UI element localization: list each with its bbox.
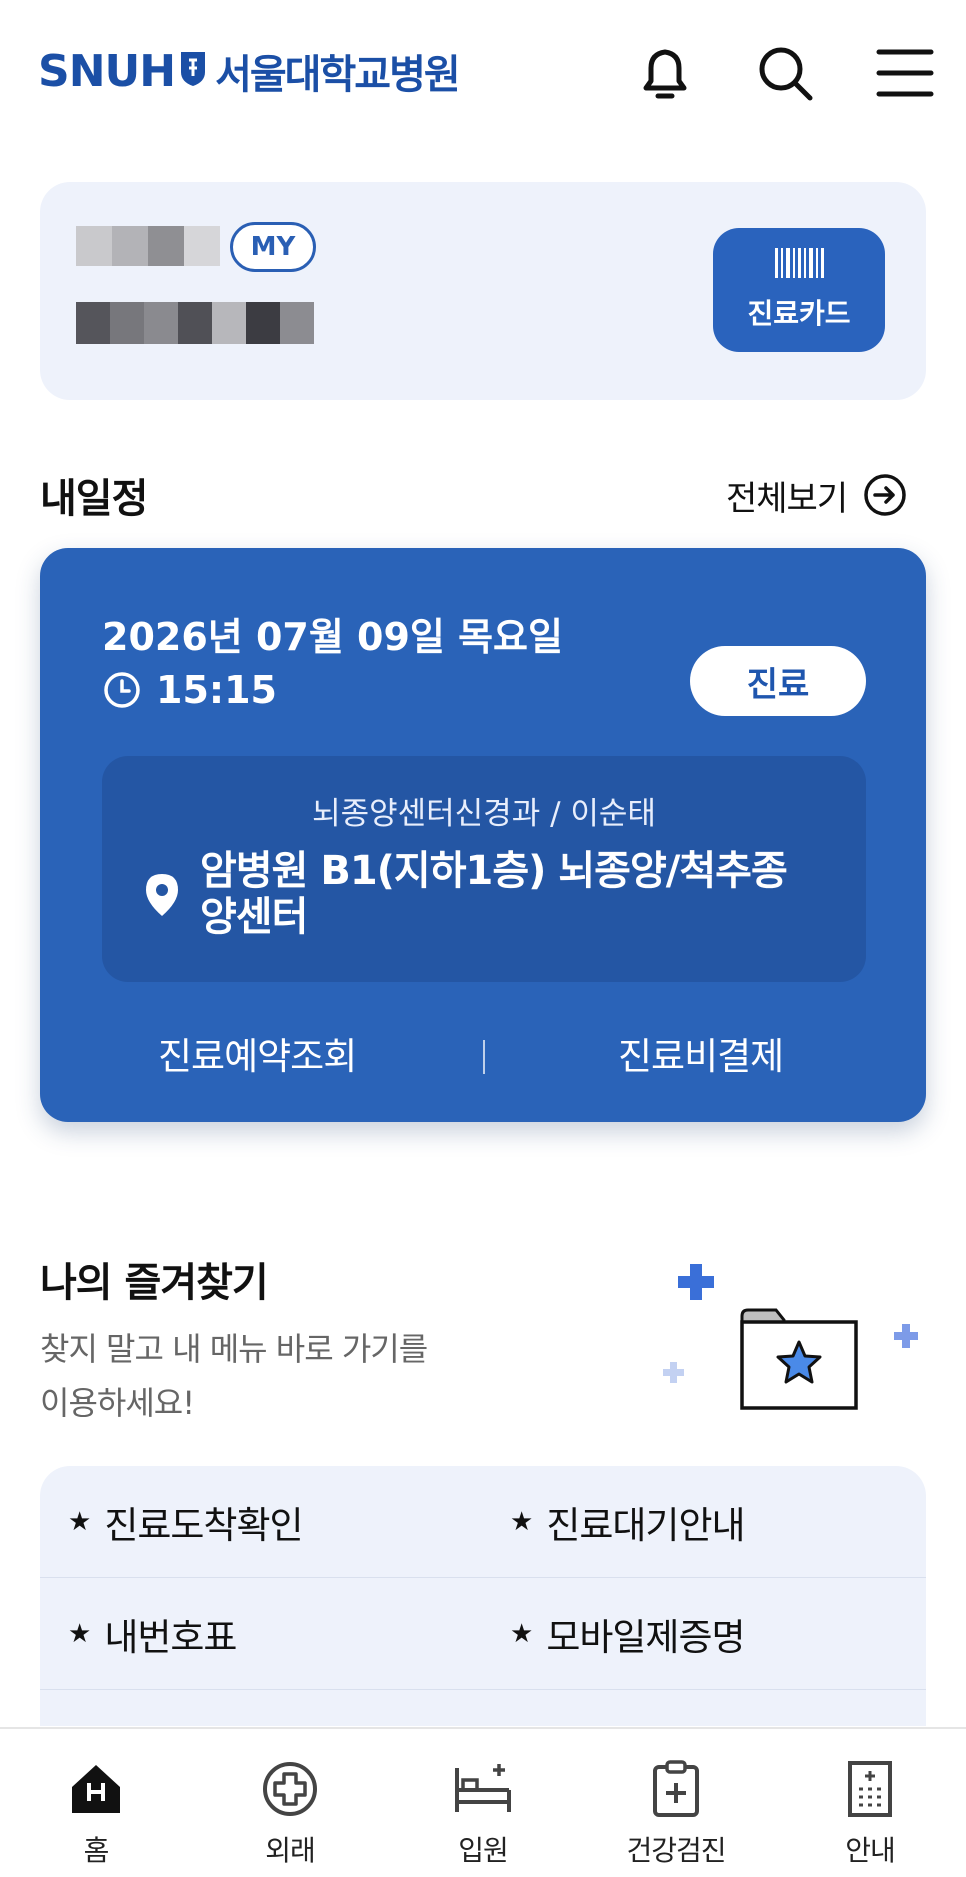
favorites-desc-line2: 이용하세요! [40,1384,195,1422]
view-all-link[interactable]: 전체보기 [726,470,907,520]
nav-home[interactable]: 홈 [16,1759,176,1871]
department-doctor: 뇌종양센터신경과 / 이순태 [312,796,656,832]
bed-icon [453,1759,513,1819]
favorite-mobile-certificate[interactable]: ★ 모바일제증명 [510,1578,746,1690]
star-icon: ★ [68,1619,91,1649]
search-icon[interactable] [750,38,820,108]
favorites-row: ★ 진료도착확인 ★ 진료대기안내 [40,1466,926,1578]
nav-guide-label: 안내 [845,1834,896,1867]
favorite-label: 진료도착확인 [104,1504,303,1547]
divider [483,1040,485,1074]
favorite-label: 내번호표 [104,1616,237,1659]
patient-card-label: 진료카드 [747,297,851,330]
location-text: 암병원 B1(지하1층) 뇌종양/척추종양센터 [200,848,788,940]
nav-health-checkup[interactable]: 건강검진 [596,1759,756,1871]
star-icon: ★ [68,1507,91,1537]
bell-icon[interactable] [630,38,700,108]
snuh-logo[interactable]: SNUH 서울대학교병원 [38,45,461,99]
building-icon [840,1759,900,1819]
logo-hospital-name: 서울대학교병원 [215,52,461,98]
bottom-navigation: 홈 외래 입원 건강검진 안내 [0,1727,966,1877]
nav-outpatient[interactable]: 외래 [210,1759,370,1871]
clipboard-icon [646,1759,706,1819]
schedule-title: 내일정 [40,476,148,522]
favorite-my-ticket[interactable]: ★ 내번호표 [68,1578,237,1690]
masked-patient-id [76,302,314,344]
star-icon: ★ [510,1507,533,1537]
masked-patient-name [76,226,220,266]
my-badge[interactable]: MY [230,222,316,272]
appointment-time: 15:15 [156,668,277,712]
arrow-right-circle-icon [864,474,906,516]
location-box: 뇌종양센터신경과 / 이순태 암병원 B1(지하1층) 뇌종양/척추종양센터 [102,756,866,982]
favorite-waiting-info[interactable]: ★ 진료대기안내 [510,1466,746,1578]
appointment-date: 2026년 07월 09일 목요일 [102,615,563,659]
favorites-row: ★ 내번호표 ★ 모바일제증명 [40,1578,926,1690]
logo-text: SNUH [38,45,176,97]
patient-card-button[interactable]: 진료카드 [713,228,885,352]
view-all-label: 전체보기 [726,478,848,519]
shield-icon [181,52,206,86]
favorite-folder-illustration [663,1264,918,1410]
appointment-actions: 진료예약조회 진료비결제 [40,1026,926,1086]
clock-icon [104,672,140,708]
location-pin-icon [146,874,178,916]
appointment-card[interactable]: 2026년 07월 09일 목요일 15:15 진료 뇌종양센터신경과 / 이순… [40,548,926,1122]
favorite-label: 진료대기안내 [546,1504,745,1547]
nav-outpatient-label: 외래 [265,1834,316,1867]
menu-icon[interactable] [870,38,940,108]
home-icon [66,1759,126,1819]
favorites-description: 찾지 말고 내 메뉴 바로 가기를 이용하세요! [40,1322,560,1430]
barcode-icon [774,248,824,278]
favorites-desc-line1: 찾지 말고 내 메뉴 바로 가기를 [40,1330,428,1368]
outpatient-icon [260,1759,320,1819]
nav-home-label: 홈 [83,1834,110,1867]
nav-health-checkup-label: 건강검진 [626,1834,726,1867]
favorites-title: 나의 즐겨찾기 [40,1260,269,1306]
nav-guide[interactable]: 안내 [790,1759,950,1871]
star-icon: ★ [510,1619,533,1649]
profile-card: MY 진료카드 [40,182,926,400]
favorite-label: 모바일제증명 [546,1616,745,1659]
reservation-lookup-link[interactable]: 진료예약조회 [158,1026,357,1080]
appointment-type-badge: 진료 [690,646,866,716]
payment-link[interactable]: 진료비결제 [618,1026,784,1080]
appointment-time-row: 15:15 [102,668,277,712]
nav-inpatient[interactable]: 입원 [403,1759,563,1871]
nav-inpatient-label: 입원 [458,1834,509,1867]
favorites-list: ★ 진료도착확인 ★ 진료대기안내 ★ 내번호표 ★ 모바일제증명 [40,1466,926,1726]
favorite-arrival-check[interactable]: ★ 진료도착확인 [68,1466,304,1578]
app-header: SNUH 서울대학교병원 [0,0,966,150]
